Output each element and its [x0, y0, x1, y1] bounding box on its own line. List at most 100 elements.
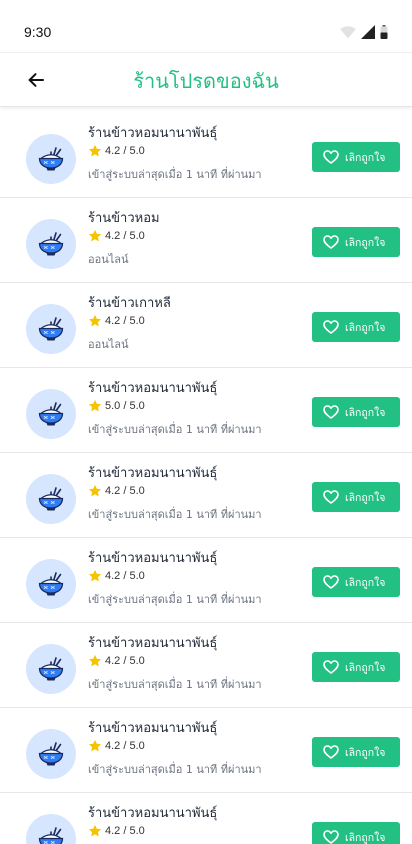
shop-name: ร้านข้าวหอมนานาพันธุ์	[88, 466, 218, 481]
star-icon	[88, 824, 102, 837]
favorite-shop-list: ร้านข้าวหอมนานาพันธุ์ 4.2 / 5.0 เข้าสู่ร…	[0, 113, 412, 844]
shop-list-item[interactable]: ร้านข้าวหอมนานาพันธุ์ 4.2 / 5.0 เข้าสู่ร…	[0, 453, 412, 538]
rating-row: 4.2 / 5.0	[88, 824, 145, 838]
rating-row: 4.2 / 5.0	[88, 569, 145, 583]
rating-text: 4.2 / 5.0	[105, 315, 145, 327]
unfavorite-button[interactable]: เลิกถูกใจ	[312, 652, 400, 682]
rating-text: 4.2 / 5.0	[105, 145, 145, 157]
signal-icon	[361, 25, 375, 39]
unfavorite-button[interactable]: เลิกถูกใจ	[312, 312, 400, 342]
battery-icon	[380, 25, 388, 39]
rice-bowl-icon	[38, 232, 64, 256]
unfavorite-label: เลิกถูกใจ	[345, 576, 386, 589]
shop-list-item[interactable]: ร้านข้าวเกาหลี 4.2 / 5.0 ออนไลน์ เลิกถูก…	[0, 283, 412, 368]
unfavorite-label: เลิกถูกใจ	[345, 236, 386, 249]
shop-list-item[interactable]: ร้านข้าวหอมนานาพันธุ์ 5.0 / 5.0 เข้าสู่ร…	[0, 368, 412, 453]
rating-text: 5.0 / 5.0	[105, 400, 145, 412]
heart-icon	[323, 320, 339, 334]
shop-name: ร้านข้าวหอมนานาพันธุ์	[88, 126, 218, 141]
shop-avatar	[26, 474, 76, 524]
shop-name: ร้านข้าวหอมนานาพันธุ์	[88, 636, 218, 651]
heart-icon	[323, 830, 339, 844]
heart-icon	[323, 745, 339, 759]
heart-icon	[323, 490, 339, 504]
rating-text: 4.2 / 5.0	[105, 570, 145, 582]
rating-row: 4.2 / 5.0	[88, 229, 145, 243]
last-seen-status: เข้าสู่ระบบล่าสุดเมื่อ 1 นาที ที่ผ่านมา	[88, 168, 262, 181]
rating-text: 4.2 / 5.0	[105, 825, 145, 837]
rating-row: 4.2 / 5.0	[88, 484, 145, 498]
shop-avatar	[26, 389, 76, 439]
unfavorite-button[interactable]: เลิกถูกใจ	[312, 482, 400, 512]
heart-icon	[323, 235, 339, 249]
last-seen-status: ออนไลน์	[88, 338, 129, 351]
app-bar: ร้านโปรดของฉัน	[0, 52, 412, 107]
status-time: 9:30	[24, 24, 52, 40]
rating-row: 5.0 / 5.0	[88, 399, 145, 413]
rating-row: 4.2 / 5.0	[88, 654, 145, 668]
rating-row: 4.2 / 5.0	[88, 739, 145, 753]
rice-bowl-icon	[38, 657, 64, 681]
unfavorite-button[interactable]: เลิกถูกใจ	[312, 142, 400, 172]
shop-avatar	[26, 729, 76, 779]
unfavorite-button[interactable]: เลิกถูกใจ	[312, 822, 400, 844]
unfavorite-label: เลิกถูกใจ	[345, 321, 386, 334]
star-icon	[88, 569, 102, 582]
status-icons	[340, 25, 388, 39]
unfavorite-label: เลิกถูกใจ	[345, 831, 386, 844]
shop-name: ร้านข้าวหอม	[88, 211, 160, 226]
shop-name: ร้านข้าวหอมนานาพันธุ์	[88, 381, 218, 396]
last-seen-status: ออนไลน์	[88, 253, 129, 266]
rice-bowl-icon	[38, 572, 64, 596]
shop-list-item[interactable]: ร้านข้าวหอม 4.2 / 5.0 ออนไลน์ เลิกถูกใจ	[0, 198, 412, 283]
rice-bowl-icon	[38, 402, 64, 426]
last-seen-status: เข้าสู่ระบบล่าสุดเมื่อ 1 นาที ที่ผ่านมา	[88, 508, 262, 521]
unfavorite-button[interactable]: เลิกถูกใจ	[312, 227, 400, 257]
shop-name: ร้านข้าวหอมนานาพันธุ์	[88, 721, 218, 736]
rating-text: 4.2 / 5.0	[105, 655, 145, 667]
rice-bowl-icon	[38, 827, 64, 844]
shop-avatar	[26, 304, 76, 354]
unfavorite-label: เลิกถูกใจ	[345, 746, 386, 759]
star-icon	[88, 144, 102, 157]
last-seen-status: เข้าสู่ระบบล่าสุดเมื่อ 1 นาที ที่ผ่านมา	[88, 423, 262, 436]
unfavorite-button[interactable]: เลิกถูกใจ	[312, 397, 400, 427]
shop-list-item[interactable]: ร้านข้าวหอมนานาพันธุ์ 4.2 / 5.0 เลิกถูกใ…	[0, 793, 412, 844]
shop-avatar	[26, 559, 76, 609]
shop-list-item[interactable]: ร้านข้าวหอมนานาพันธุ์ 4.2 / 5.0 เข้าสู่ร…	[0, 113, 412, 198]
rice-bowl-icon	[38, 742, 64, 766]
shop-name: ร้านข้าวเกาหลี	[88, 296, 171, 311]
unfavorite-label: เลิกถูกใจ	[345, 491, 386, 504]
rating-text: 4.2 / 5.0	[105, 230, 145, 242]
heart-icon	[323, 660, 339, 674]
shop-avatar	[26, 814, 76, 844]
rating-row: 4.2 / 5.0	[88, 144, 145, 158]
star-icon	[88, 314, 102, 327]
rice-bowl-icon	[38, 487, 64, 511]
shop-list-item[interactable]: ร้านข้าวหอมนานาพันธุ์ 4.2 / 5.0 เข้าสู่ร…	[0, 708, 412, 793]
heart-icon	[323, 150, 339, 164]
shop-list-item[interactable]: ร้านข้าวหอมนานาพันธุ์ 4.2 / 5.0 เข้าสู่ร…	[0, 538, 412, 623]
shop-name: ร้านข้าวหอมนานาพันธุ์	[88, 551, 218, 566]
star-icon	[88, 229, 102, 242]
unfavorite-button[interactable]: เลิกถูกใจ	[312, 737, 400, 767]
shop-name: ร้านข้าวหอมนานาพันธุ์	[88, 806, 218, 821]
unfavorite-label: เลิกถูกใจ	[345, 661, 386, 674]
page-title: ร้านโปรดของฉัน	[133, 69, 279, 93]
unfavorite-button[interactable]: เลิกถูกใจ	[312, 567, 400, 597]
heart-icon	[323, 575, 339, 589]
rating-text: 4.2 / 5.0	[105, 740, 145, 752]
last-seen-status: เข้าสู่ระบบล่าสุดเมื่อ 1 นาที ที่ผ่านมา	[88, 678, 262, 691]
shop-list-item[interactable]: ร้านข้าวหอมนานาพันธุ์ 4.2 / 5.0 เข้าสู่ร…	[0, 623, 412, 708]
star-icon	[88, 739, 102, 752]
last-seen-status: เข้าสู่ระบบล่าสุดเมื่อ 1 นาที ที่ผ่านมา	[88, 763, 262, 776]
rating-row: 4.2 / 5.0	[88, 314, 145, 328]
star-icon	[88, 654, 102, 667]
star-icon	[88, 399, 102, 412]
last-seen-status: เข้าสู่ระบบล่าสุดเมื่อ 1 นาที ที่ผ่านมา	[88, 593, 262, 606]
heart-icon	[323, 405, 339, 419]
wifi-icon	[340, 25, 356, 38]
unfavorite-label: เลิกถูกใจ	[345, 406, 386, 419]
rice-bowl-icon	[38, 147, 64, 171]
shop-avatar	[26, 219, 76, 269]
